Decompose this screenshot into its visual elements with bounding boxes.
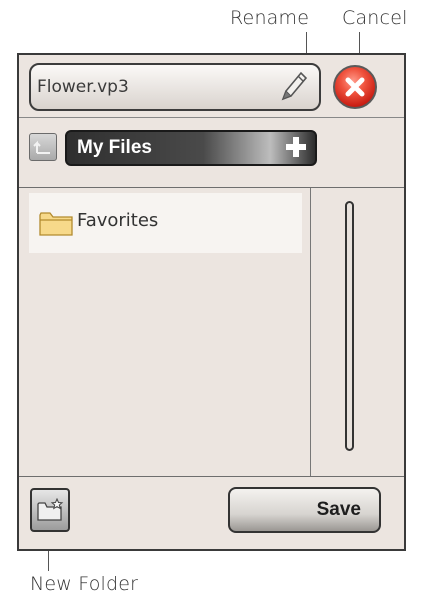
list-item-favorites[interactable]: Favorites <box>29 193 302 253</box>
close-icon <box>345 77 365 97</box>
cancel-callout: Cancel <box>342 7 408 29</box>
save-button-label: Save <box>316 499 361 520</box>
scroll-divider <box>310 188 311 476</box>
folder-up-button[interactable] <box>29 133 57 161</box>
file-name-text: Flower.vp3 <box>37 77 129 97</box>
save-button[interactable]: Save <box>228 487 381 533</box>
footer-divider <box>19 476 404 477</box>
folder-up-icon <box>33 140 50 154</box>
current-path-label: My Files <box>77 137 152 158</box>
list-item-label: Favorites <box>77 210 159 231</box>
list-top-divider <box>19 187 404 188</box>
new-folder-callout: New Folder <box>30 573 139 595</box>
plus-icon <box>286 137 306 157</box>
save-file-dialog: Flower.vp3 My Files Favorites Save <box>17 53 406 551</box>
header-divider <box>19 117 404 118</box>
new-folder-icon <box>37 498 64 521</box>
file-list: Favorites <box>29 193 302 476</box>
rename-callout: Rename <box>230 7 310 29</box>
pencil-icon[interactable] <box>277 69 309 105</box>
folder-icon <box>39 212 73 236</box>
cancel-button[interactable] <box>333 65 377 109</box>
scrollbar[interactable] <box>345 201 354 451</box>
new-folder-button[interactable] <box>30 488 70 532</box>
file-name-field[interactable]: Flower.vp3 <box>29 63 321 111</box>
current-path-button[interactable]: My Files <box>65 130 317 166</box>
